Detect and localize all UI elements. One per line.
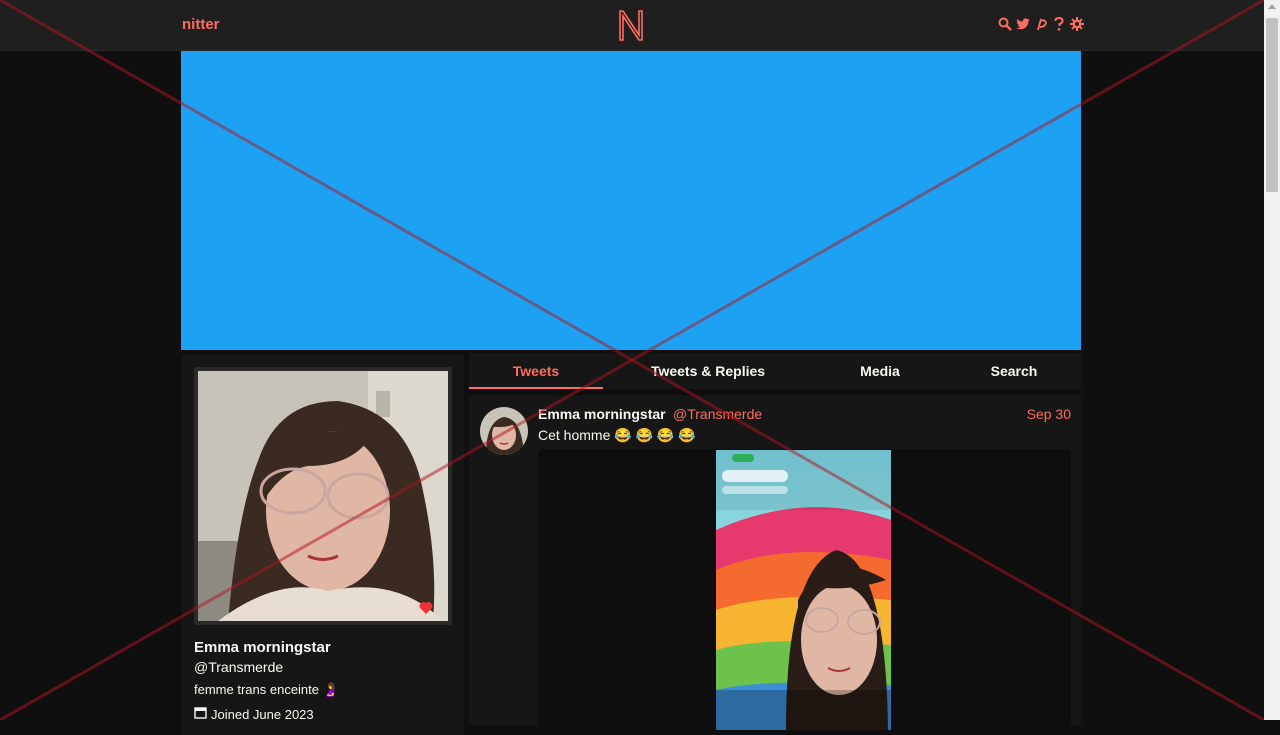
tweet-author[interactable]: Emma morningstar (538, 406, 666, 422)
nitter-logo[interactable] (617, 8, 645, 47)
tweet-date[interactable]: Sep 30 (1027, 406, 1071, 422)
rss-icon[interactable] (1034, 16, 1048, 32)
timeline: Emma morningstar @Transmerde Sep 30 Cet … (469, 395, 1081, 730)
profile-avatar[interactable] (194, 367, 452, 625)
scrollbar-thumb[interactable] (1266, 18, 1278, 192)
navbar: nitter (0, 0, 1264, 51)
profile-banner[interactable] (181, 51, 1081, 350)
tweet-avatar[interactable] (480, 407, 528, 455)
nav-icons (998, 16, 1084, 32)
tweet-media[interactable] (538, 449, 1071, 730)
search-icon[interactable] (998, 16, 1012, 32)
help-icon[interactable] (1052, 16, 1066, 32)
tab-search[interactable]: Search (969, 363, 1059, 379)
profile-bio: femme trans enceinte 🤰 (194, 682, 339, 697)
profile-card: Emma morningstar @Transmerde femme trans… (182, 355, 464, 735)
page-scrollbar[interactable] (1264, 0, 1280, 720)
tweet-text: Cet homme 😂 😂 😂 😂 (538, 427, 696, 443)
tab-tweets-replies[interactable]: Tweets & Replies (625, 363, 791, 379)
tab-tweets[interactable]: Tweets (469, 363, 603, 379)
tab-media[interactable]: Media (829, 363, 931, 379)
brand-link[interactable]: nitter (182, 16, 220, 33)
scroll-up-arrow[interactable] (1268, 4, 1276, 9)
active-tab-indicator (469, 387, 603, 389)
profile-name[interactable]: Emma morningstar (194, 639, 331, 656)
profile-handle[interactable]: @Transmerde (194, 659, 283, 675)
profile-tabs: Tweets Tweets & Replies Media Search (469, 353, 1081, 389)
tweet-handle[interactable]: @Transmerde (673, 406, 762, 422)
settings-icon[interactable] (1070, 16, 1084, 32)
joined-date: Joined June 2023 (211, 706, 314, 722)
twitter-icon[interactable] (1016, 16, 1030, 32)
tweet-media-image[interactable] (716, 450, 891, 730)
